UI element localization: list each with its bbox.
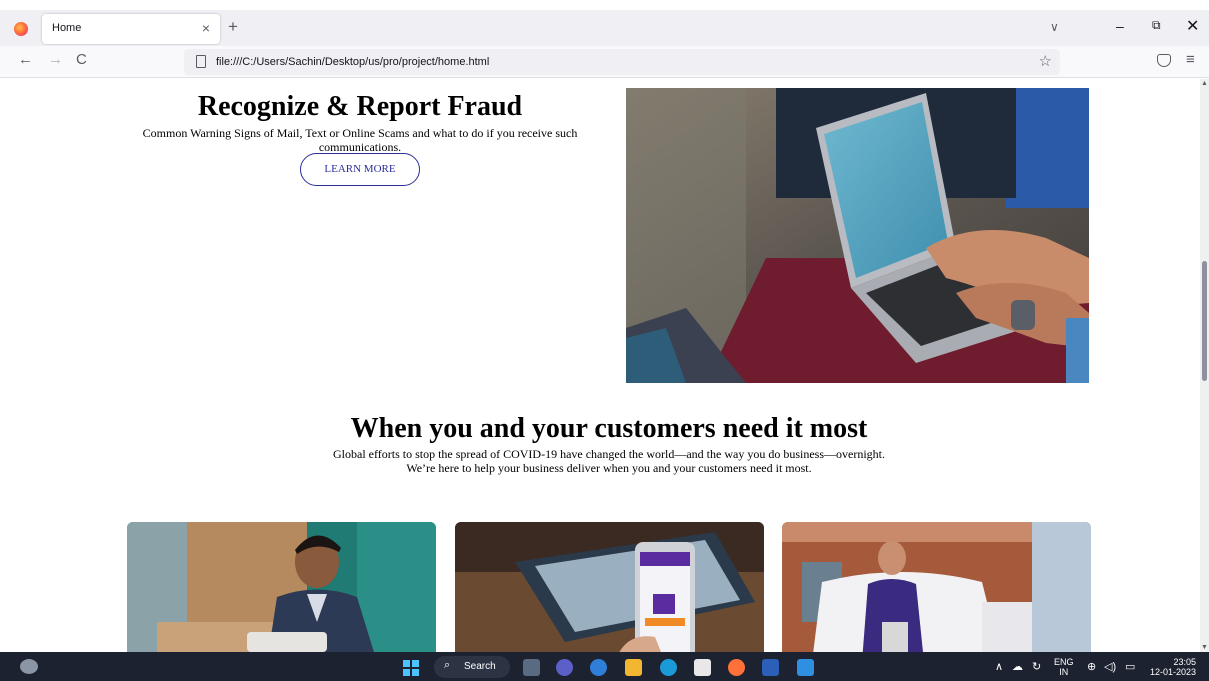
tab-title: Home — [52, 22, 82, 34]
screen: Home × + ∨ – ⧉ ✕ ← → C file:///C:/Users/… — [0, 0, 1209, 681]
restore-icon[interactable]: ⧉ — [1152, 18, 1161, 33]
region-code: IN — [1059, 667, 1069, 677]
tray-chevron-icon[interactable]: ∧ — [995, 660, 1003, 673]
sync-icon[interactable]: ↻ — [1032, 660, 1041, 673]
hamburger-menu-icon[interactable]: ≡ — [1186, 51, 1195, 68]
card-businessman-photo[interactable] — [127, 522, 436, 652]
search-icon: ⌕ — [444, 659, 451, 671]
businessman-illustration — [127, 522, 436, 652]
clock-time: 23:05 — [1173, 657, 1196, 667]
system-clock[interactable]: 23:05 12-01-2023 — [1144, 657, 1196, 677]
laptop-user-photo — [626, 88, 1089, 383]
back-arrow-icon[interactable]: ← — [18, 52, 33, 67]
language-code: ENG — [1054, 657, 1074, 667]
reload-icon[interactable]: C — [76, 52, 87, 67]
section-line-2: We’re here to help your business deliver… — [406, 461, 812, 475]
start-windows-icon[interactable] — [403, 660, 419, 676]
tab-home[interactable]: Home × — [42, 14, 220, 44]
clock-date: 12-01-2023 — [1149, 667, 1196, 677]
courier-illustration — [782, 522, 1091, 652]
window-top-edge — [0, 0, 1209, 10]
page-viewport: Recognize & Report Fraud Common Warning … — [0, 79, 1200, 652]
laptop-photo-illustration — [626, 88, 1089, 383]
tab-bar: Home × + ∨ – ⧉ ✕ — [0, 10, 1209, 46]
navigation-toolbar: ← → C file:///C:/Users/Sachin/Desktop/us… — [0, 46, 1209, 78]
firefox-logo-icon — [14, 22, 28, 36]
card-phone-photo[interactable] — [455, 522, 764, 652]
url-bar[interactable]: file:///C:/Users/Sachin/Desktop/us/pro/p… — [184, 49, 1060, 75]
windows-taskbar: ⌕ Search ∧ ☁ ↻ ENG IN ⊕ ◁) ▭ 23:05 12-01… — [0, 652, 1209, 681]
word-icon[interactable] — [762, 659, 779, 676]
tab-close-icon[interactable]: × — [202, 20, 210, 36]
weather-widget-icon[interactable] — [20, 659, 38, 674]
volume-icon[interactable]: ◁) — [1104, 660, 1116, 673]
edge-browser-icon[interactable] — [660, 659, 677, 676]
close-window-icon[interactable]: ✕ — [1186, 16, 1199, 36]
taskbar-search[interactable]: ⌕ Search — [434, 656, 510, 678]
scroll-down-arrow-icon[interactable]: ▼ — [1201, 644, 1208, 651]
tab-list-chevron-icon[interactable]: ∨ — [1050, 20, 1059, 34]
section-line-1: Global efforts to stop the spread of COV… — [333, 447, 885, 461]
task-view-icon[interactable] — [523, 659, 540, 676]
vscode-icon[interactable] — [797, 659, 814, 676]
forward-arrow-icon[interactable]: → — [48, 52, 63, 67]
section-title: When you and your customers need it most — [350, 413, 868, 444]
section-description: Global efforts to stop the spread of COV… — [200, 447, 1018, 475]
card-courier-photo[interactable] — [782, 522, 1091, 652]
hero-subtitle: Common Warning Signs of Mail, Text or On… — [142, 126, 578, 154]
phone-app-illustration — [455, 522, 764, 652]
network-globe-icon[interactable]: ⊕ — [1087, 660, 1096, 673]
language-indicator[interactable]: ENG IN — [1054, 657, 1074, 677]
scroll-up-arrow-icon[interactable]: ▲ — [1201, 80, 1208, 87]
bookmark-star-icon[interactable]: ☆ — [1039, 52, 1052, 70]
hero-title: Recognize & Report Fraud — [197, 91, 523, 122]
battery-icon[interactable]: ▭ — [1125, 660, 1135, 673]
ie-browser-icon[interactable] — [590, 659, 607, 676]
scroll-thumb[interactable] — [1202, 261, 1207, 381]
search-label: Search — [464, 661, 496, 672]
new-tab-icon[interactable]: + — [228, 18, 238, 35]
minimize-icon[interactable]: – — [1116, 18, 1124, 34]
learn-more-button[interactable]: LEARN MORE — [300, 153, 420, 186]
teams-chat-icon[interactable] — [556, 659, 573, 676]
firefox-taskbar-icon[interactable] — [728, 659, 745, 676]
page-document-icon — [196, 55, 206, 68]
page-scrollbar[interactable]: ▲ ▼ — [1200, 79, 1209, 652]
pocket-icon[interactable] — [1157, 54, 1171, 67]
onedrive-icon[interactable]: ☁ — [1012, 660, 1023, 673]
url-text[interactable]: file:///C:/Users/Sachin/Desktop/us/pro/p… — [216, 56, 489, 68]
store-icon[interactable] — [694, 659, 711, 676]
file-explorer-icon[interactable] — [625, 659, 642, 676]
